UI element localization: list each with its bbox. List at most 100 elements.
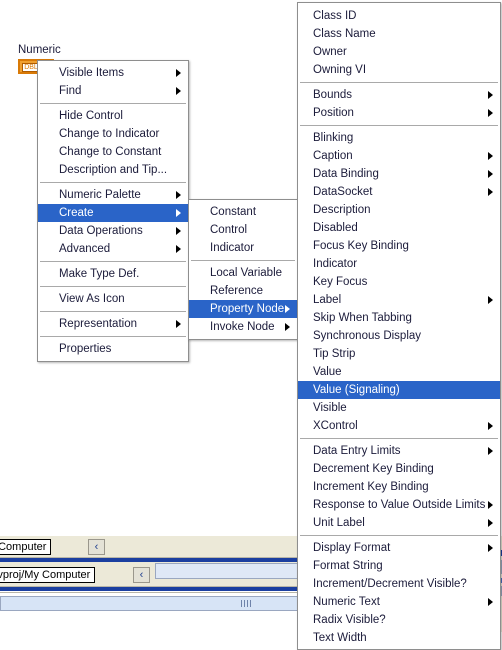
menu-item-display-format[interactable]: Display Format [298,539,500,557]
menu-item-data-operations[interactable]: Data Operations [38,222,188,240]
menu-item-synchronous-display[interactable]: Synchronous Display [298,327,500,345]
menu-item-class-id[interactable]: Class ID [298,7,500,25]
menu-item-datasocket[interactable]: DataSocket [298,183,500,201]
menu-item-label: Bounds [313,89,353,101]
menu-item-data-binding[interactable]: Data Binding [298,165,500,183]
submenu-arrow-icon [285,305,290,313]
menu-separator [40,103,186,104]
bottom-window-back-button[interactable]: ‹ [133,567,150,583]
menu-item-hide-control[interactable]: Hide Control [38,107,188,125]
menu-item-label: Radix Visible? [313,614,386,626]
menu-item-focus-key-binding[interactable]: Focus Key Binding [298,237,500,255]
menu-item-label: Owning VI [313,64,367,76]
menu-item-label: Increment/Decrement Visible? [313,578,467,590]
menu-item-label: Format String [313,560,383,572]
menu-item-visible[interactable]: Visible [298,399,500,417]
menu-item-format-string[interactable]: Format String [298,557,500,575]
menu-item-label: Text Width [313,632,367,644]
menu-item-value[interactable]: Value [298,363,500,381]
property-node-submenu[interactable]: Class ID Class Name Owner Owning VI Bounds Po… [297,2,501,650]
menu-item-radix-visible[interactable]: Radix Visible? [298,611,500,629]
scrollbar-grip-icon[interactable] [240,600,253,607]
menu-item-local-variable[interactable]: Local Variable [189,264,297,282]
menu-item-label: Visible Items [59,67,124,79]
menu-item-properties[interactable]: Properties [38,340,188,358]
menu-item-tip-strip[interactable]: Tip Strip [298,345,500,363]
menu-item-description-and-tip[interactable]: Description and Tip... [38,161,188,179]
menu-item-label: Invoke Node [210,321,275,333]
menu-item-label: Decrement Key Binding [313,463,434,475]
menu-item-skip-when-tabbing[interactable]: Skip When Tabbing [298,309,500,327]
menu-item-label: Numeric Text [313,596,380,608]
menu-item-label: Data Operations [59,225,143,237]
create-submenu[interactable]: Constant Control Indicator Local Variable Re… [188,199,298,340]
menu-item-unit-label[interactable]: Unit Label [298,514,500,532]
menu-item-caption[interactable]: Caption [298,147,500,165]
menu-item-advanced[interactable]: Advanced [38,240,188,258]
menu-item-key-focus[interactable]: Key Focus [298,273,500,291]
menu-item-label: Local Variable [210,267,283,279]
menu-item-visible-items[interactable]: Visible Items [38,64,188,82]
menu-item-label: Synchronous Display [313,330,422,342]
menu-item-change-to-indicator[interactable]: Change to Indicator [38,125,188,143]
menu-item-label: Advanced [59,243,111,255]
menu-item-label: Class ID [313,10,357,22]
submenu-arrow-icon [176,209,181,217]
menu-item-label: Disabled [313,222,358,234]
menu-item-owning-vi[interactable]: Owning VI [298,61,500,79]
menu-item-label: Key Focus [313,276,368,288]
menu-item-find[interactable]: Find [38,82,188,100]
menu-item-numeric-palette[interactable]: Numeric Palette [38,186,188,204]
menu-item-description[interactable]: Description [298,201,500,219]
menu-item-label[interactable]: Label [298,291,500,309]
menu-item-bounds[interactable]: Bounds [298,86,500,104]
top-window-back-button[interactable]: ‹ [88,539,105,555]
menu-item-label: Tip Strip [313,348,356,360]
menu-item-blinking[interactable]: Blinking [298,129,500,147]
menu-item-label: Value [313,366,342,378]
menu-item-decrement-key-binding[interactable]: Decrement Key Binding [298,460,500,478]
menu-item-position[interactable]: Position [298,104,500,122]
menu-item-create[interactable]: Create [38,204,188,222]
menu-item-change-to-constant[interactable]: Change to Constant [38,143,188,161]
menu-item-label: Class Name [313,28,376,40]
menu-item-owner[interactable]: Owner [298,43,500,61]
menu-item-invoke-node[interactable]: Invoke Node [189,318,297,336]
submenu-arrow-icon [488,544,493,552]
menu-item-data-entry-limits[interactable]: Data Entry Limits [298,442,500,460]
menu-item-property-node[interactable]: Property Node [189,300,297,318]
menu-item-reference[interactable]: Reference [189,282,297,300]
menu-separator [300,535,498,536]
menu-item-label: Increment Key Binding [313,481,429,493]
menu-item-xcontrol[interactable]: XControl [298,417,500,435]
menu-item-label: Constant [210,206,257,218]
menu-separator [40,261,186,262]
menu-item-class-name[interactable]: Class Name [298,25,500,43]
menu-item-indicator[interactable]: Indicator [298,255,500,273]
menu-item-control[interactable]: Control [189,221,297,239]
submenu-arrow-icon [488,188,493,196]
numeric-control-label: Numeric [18,44,61,56]
control-context-menu[interactable]: Visible Items Find Hide Control Change to I… [37,60,189,362]
bottom-window-path-field[interactable]: roject.lvproj/My Computer [0,567,96,583]
menu-item-make-type-def[interactable]: Make Type Def. [38,265,188,283]
menu-item-value-signaling[interactable]: Value (Signaling) [298,381,500,399]
menu-item-label: Focus Key Binding [313,240,409,252]
submenu-arrow-icon [488,109,493,117]
menu-item-label: Property Node [210,303,285,315]
menu-item-view-as-icon[interactable]: View As Icon [38,290,188,308]
menu-item-increment-decrement-visible[interactable]: Increment/Decrement Visible? [298,575,500,593]
menu-separator [300,82,498,83]
submenu-arrow-icon [488,422,493,430]
menu-item-response-to-value-outside-limits[interactable]: Response to Value Outside Limits [298,496,500,514]
menu-item-representation[interactable]: Representation [38,315,188,333]
menu-item-numeric-text[interactable]: Numeric Text [298,593,500,611]
menu-item-indicator[interactable]: Indicator [189,239,297,257]
menu-item-label: Make Type Def. [59,268,140,280]
menu-separator [300,438,498,439]
menu-item-increment-key-binding[interactable]: Increment Key Binding [298,478,500,496]
submenu-arrow-icon [176,87,181,95]
menu-item-disabled[interactable]: Disabled [298,219,500,237]
menu-item-constant[interactable]: Constant [189,203,297,221]
top-window-path-field[interactable]: proj/My Computer [0,539,52,555]
